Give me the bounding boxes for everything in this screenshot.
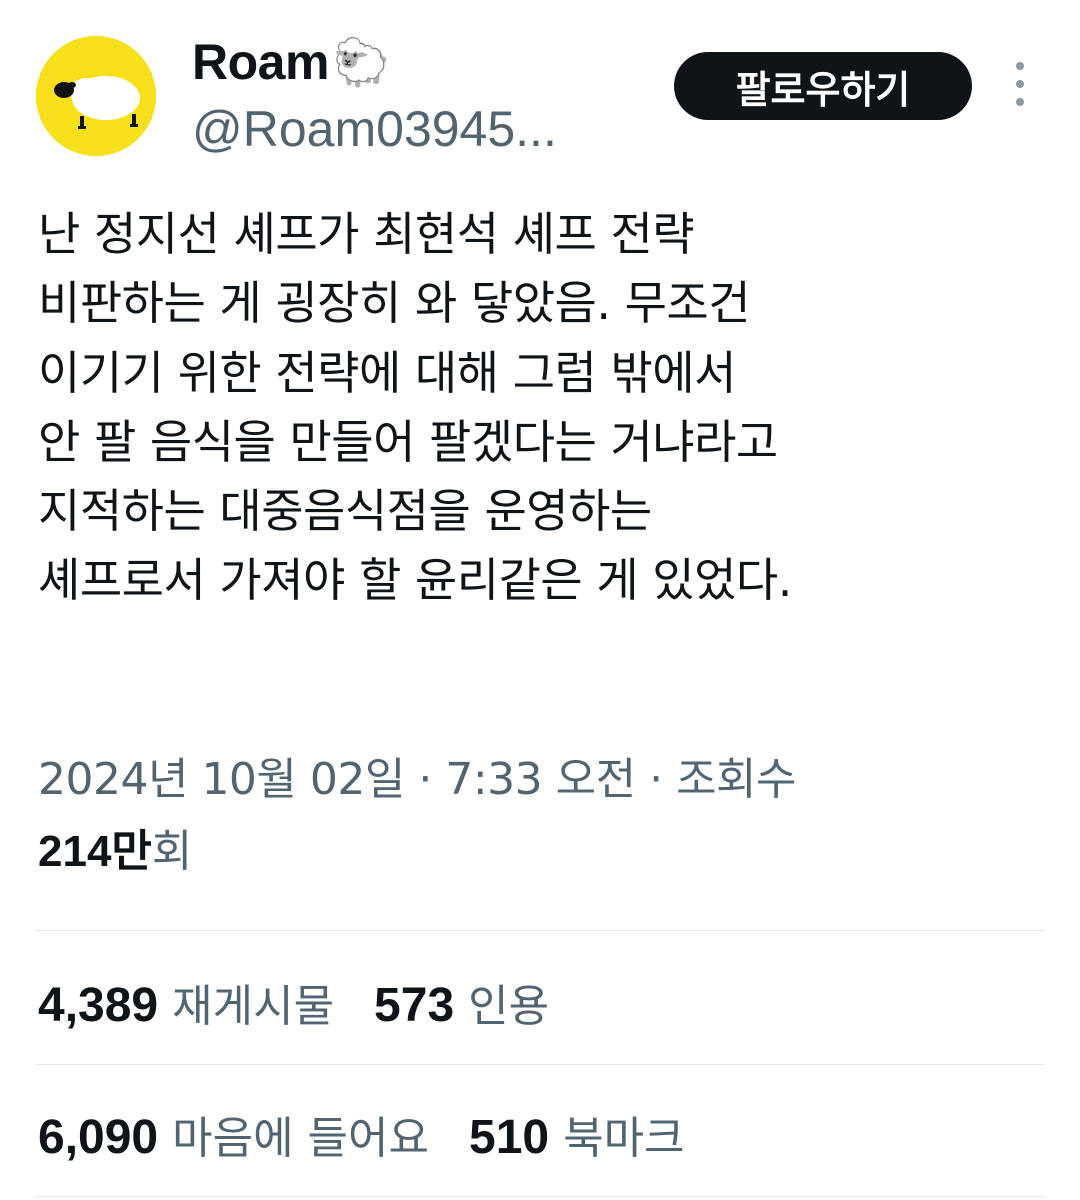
tweet-text-line: 안 팔 음식을 만들어 팔겠다는 거냐라고 [38,414,778,469]
likes-label: 마음에 들어요 [172,1113,429,1164]
tweet-text-line: 셰프로서 가져야 할 윤리같은 게 있었다. [38,553,792,608]
follow-button[interactable]: 팔로우하기 [674,52,972,120]
quotes-label: 인용 [468,981,550,1032]
display-name-row[interactable]: Roam 🐑 [192,30,390,94]
author-avatar[interactable] [36,36,156,156]
reposts-count: 4,389 [38,979,159,1032]
tweet-text: 난 정지선 셰프가 최현석 셰프 전략 비판하는 게 굉장히 와 닿았음. 무조… [38,200,1048,616]
reposts-label: 재게시물 [172,981,335,1032]
display-name[interactable]: Roam [192,33,329,91]
bookmarks-label: 북마크 [563,1113,685,1164]
views-count: 214만 [38,827,152,876]
post-time[interactable]: 7:33 오전 [445,754,636,805]
post-date[interactable]: 2024년 10월 02일 [38,754,405,805]
divider [36,1196,1044,1197]
sheep-emoji-icon: 🐑 [332,35,391,89]
bookmarks-stat[interactable]: 510 북마크 [469,1102,685,1166]
tweet-text-line: 비판하는 게 굉장히 와 닿았음. 무조건 [38,276,751,331]
views-prefix: 조회수 [676,754,797,805]
timestamp-row: 2024년 10월 02일 · 7:33 오전 · 조회수 [38,744,1048,816]
engagement-row-reposts: 4,389 재게시물 573 인용 [38,962,589,1042]
quotes-count: 573 [374,979,455,1032]
vertical-dots-icon [1016,80,1024,88]
vertical-dots-icon [1016,98,1024,106]
views-suffix: 회 [151,826,193,877]
reposts-stat[interactable]: 4,389 재게시물 [38,970,334,1034]
divider [36,930,1044,931]
author-handle[interactable]: @Roam03945... [192,100,557,158]
likes-count: 6,090 [38,1111,159,1164]
tweet-text-line: 이기기 위한 전략에 대해 그럼 밖에서 [38,345,736,400]
vertical-dots-icon [1016,62,1024,70]
bookmarks-count: 510 [469,1111,550,1164]
tweet-header: Roam 🐑 @Roam03945... 팔로우하기 [0,0,1080,170]
engagement-row-likes: 6,090 마음에 들어요 510 북마크 [38,1094,725,1174]
tweet-text-line: 지적하는 대중음식점을 운영하는 [38,484,652,539]
views-row[interactable]: 214만회 [38,816,1048,888]
likes-stat[interactable]: 6,090 마음에 들어요 [38,1102,429,1166]
tweet-text-line: 난 정지선 셰프가 최현석 셰프 전략 [38,207,695,261]
separator: · [635,754,677,805]
tweet-meta: 2024년 10월 02일 · 7:33 오전 · 조회수 214만회 [38,744,1048,888]
divider [36,1064,1044,1065]
more-options-button[interactable] [1000,62,1040,106]
separator: · [404,754,446,805]
quotes-stat[interactable]: 573 인용 [374,970,549,1034]
sheep-avatar-icon [36,36,156,156]
